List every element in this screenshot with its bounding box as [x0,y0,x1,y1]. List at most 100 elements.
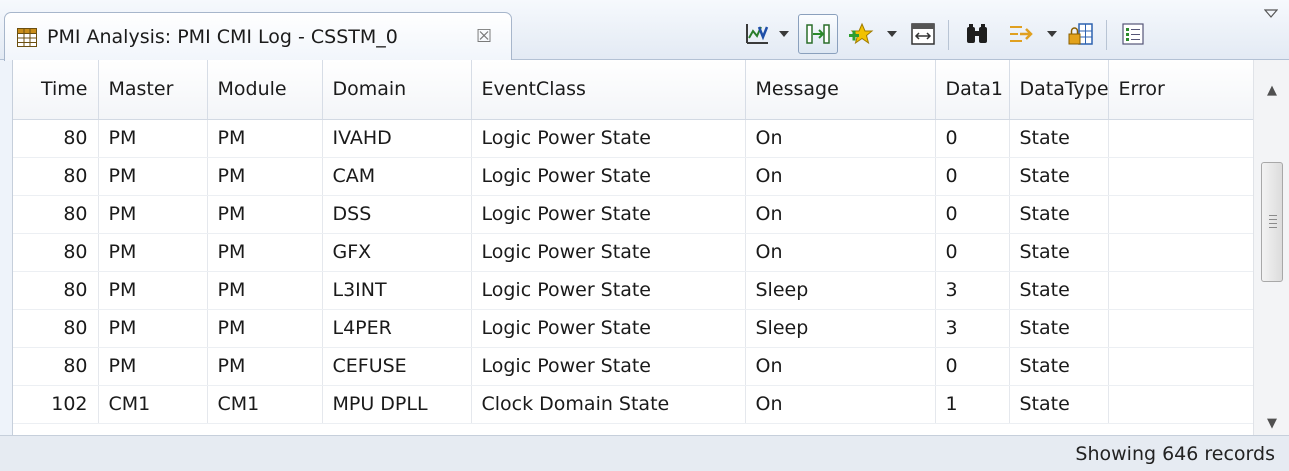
cell-message: On [745,157,936,196]
cell-message: Sleep [745,309,936,348]
close-icon[interactable]: ☒ [476,26,492,47]
cell-data1: 1 [935,385,1010,424]
cell-module: PM [207,347,323,386]
table-row[interactable]: 80 PM PM L3INT Logic Power State Sleep 3… [13,271,1255,310]
cell-domain: L3INT [322,271,472,310]
cell-message: On [745,347,936,386]
cell-message: On [745,119,936,158]
cell-eventclass: Logic Power State [471,157,746,196]
tab-pmi-analysis[interactable]: PMI Analysis: PMI CMI Log - CSSTM_0 ☒ [4,12,512,61]
list-view-icon[interactable] [1116,14,1150,54]
grip-line [1269,227,1277,228]
cell-domain: GFX [322,233,472,272]
cell-master: PM [98,195,208,234]
table-body: 80 PM PM IVAHD Logic Power State On 0 St… [13,119,1255,424]
chart-dropdown-arrow-icon[interactable] [776,14,792,54]
table-row[interactable]: 80 PM PM CEFUSE Logic Power State On 0 S… [13,347,1255,386]
cell-eventclass: Logic Power State [471,119,746,158]
cell-module: PM [207,157,323,196]
star-dropdown-arrow-icon[interactable] [884,14,900,54]
cell-domain: IVAHD [322,119,472,158]
cell-datatype: State [1009,271,1109,310]
cell-message: On [745,195,936,234]
cell-message: Sleep [745,271,936,310]
cell-time: 80 [13,119,99,158]
scroll-down-arrow-icon[interactable]: ▼ [1254,411,1289,435]
cell-datatype: State [1009,157,1109,196]
table-row[interactable]: 80 PM PM CAM Logic Power State On 0 Stat… [13,157,1255,196]
record-count-label: Showing 646 records [1075,443,1275,465]
column-header-module[interactable]: Module [207,60,323,120]
table-row[interactable]: 80 PM PM GFX Logic Power State On 0 Stat… [13,233,1255,272]
cell-domain: CAM [322,157,472,196]
star-add-icon[interactable] [844,14,878,54]
cell-datatype: State [1009,347,1109,386]
table-fit-icon[interactable] [906,14,940,54]
cell-master: PM [98,309,208,348]
cell-time: 80 [13,233,99,272]
cell-data1: 0 [935,347,1010,386]
toolbar-separator-2 [1106,20,1107,50]
vertical-scrollbar[interactable]: ▲ ▼ [1253,60,1289,435]
cell-datatype: State [1009,385,1109,424]
table-icon [17,28,37,47]
column-header-error[interactable]: Error [1108,60,1255,120]
cell-error [1108,157,1255,196]
column-header-time[interactable]: Time [13,60,99,120]
column-header-datatype[interactable]: DataType [1009,60,1109,120]
table-row[interactable]: 80 PM PM L4PER Logic Power State Sleep 3… [13,309,1255,348]
status-bar: Showing 646 records [0,435,1289,471]
column-header-master[interactable]: Master [98,60,208,120]
cell-module: PM [207,233,323,272]
cell-error [1108,119,1255,158]
cell-time: 80 [13,157,99,196]
column-header-eventclass[interactable]: EventClass [471,60,746,120]
table-row[interactable]: 80 PM PM DSS Logic Power State On 0 Stat… [13,195,1255,234]
lock-table-icon[interactable] [1064,14,1098,54]
cell-error [1108,347,1255,386]
grip-line [1269,219,1277,220]
view-toolbar [740,9,1289,54]
cell-eventclass: Logic Power State [471,271,746,310]
scroll-up-arrow-icon[interactable]: ▲ [1254,60,1289,120]
cell-module: PM [207,271,323,310]
view-menu-icon[interactable] [1258,4,1284,24]
cell-time: 80 [13,347,99,386]
cell-error [1108,385,1255,424]
cell-datatype: State [1009,119,1109,158]
cell-domain: MPU DPLL [322,385,472,424]
toolbar-separator [948,20,949,50]
cell-module: PM [207,309,323,348]
cell-error [1108,271,1255,310]
table-row[interactable]: 102 CM1 CM1 MPU DPLL Clock Domain State … [13,385,1255,424]
cell-message: On [745,233,936,272]
cell-domain: CEFUSE [322,347,472,386]
filter-icon[interactable] [1004,14,1038,54]
grip-line [1269,223,1277,224]
cell-eventclass: Clock Domain State [471,385,746,424]
cell-datatype: State [1009,309,1109,348]
table-row[interactable]: 80 PM PM IVAHD Logic Power State On 0 St… [13,119,1255,158]
column-header-domain[interactable]: Domain [322,60,472,120]
cell-eventclass: Logic Power State [471,309,746,348]
grip-line [1269,215,1277,216]
cell-master: PM [98,157,208,196]
cell-data1: 3 [935,309,1010,348]
cell-master: PM [98,119,208,158]
scrollbar-thumb[interactable] [1261,162,1283,282]
cell-domain: DSS [322,195,472,234]
chart-icon[interactable] [740,14,774,54]
column-align-icon[interactable] [798,14,838,54]
filter-dropdown-arrow-icon[interactable] [1044,14,1060,54]
cell-data1: 0 [935,233,1010,272]
column-header-message[interactable]: Message [745,60,936,120]
cell-module: PM [207,195,323,234]
cell-data1: 3 [935,271,1010,310]
cell-data1: 0 [935,157,1010,196]
cell-data1: 0 [935,119,1010,158]
column-header-data1[interactable]: Data1 [935,60,1010,120]
cell-datatype: State [1009,195,1109,234]
cell-eventclass: Logic Power State [471,347,746,386]
cell-master: CM1 [98,385,208,424]
binoculars-icon[interactable] [960,14,994,54]
